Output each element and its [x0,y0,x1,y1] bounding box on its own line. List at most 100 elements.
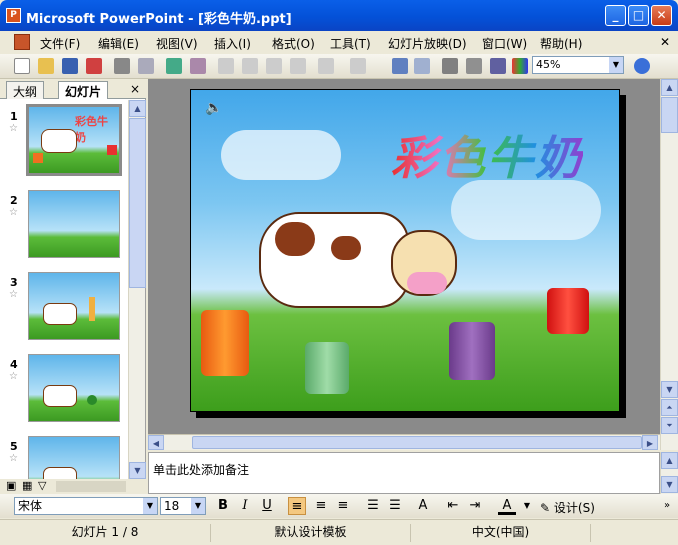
thumbnail-slide-3[interactable]: 3 ☆ [0,272,128,352]
scroll-up-icon[interactable]: ▲ [661,79,678,96]
bold-button[interactable]: B [214,497,232,515]
close-button[interactable]: ✕ [651,5,672,26]
toolbar-options-icon[interactable]: » [658,497,676,515]
increase-font-icon[interactable]: A [414,497,432,515]
tab-outline[interactable]: 大纲 [6,81,45,99]
align-left-button[interactable]: ≡ [288,497,306,515]
thumbnail-image[interactable] [28,190,120,258]
table-icon[interactable] [414,58,430,74]
menu-window[interactable]: 窗口(W) [482,35,527,52]
save-icon[interactable] [62,58,78,74]
minimize-button[interactable]: _ [605,5,626,26]
cup-image [33,153,43,163]
format-painter-icon[interactable] [290,58,306,74]
scroll-up-icon[interactable]: ▲ [661,452,678,469]
slide-horizontal-scrollbar[interactable]: ◀ ▶ [148,434,660,450]
thumbnail-image[interactable]: 彩色牛奶 [26,104,122,176]
open-icon[interactable] [38,58,54,74]
scroll-left-icon[interactable]: ◀ [148,435,164,450]
spelling-icon[interactable] [166,58,182,74]
paste-icon[interactable] [266,58,282,74]
menu-insert[interactable]: 插入(I) [214,35,251,52]
chevron-down-icon[interactable]: ▼ [609,57,623,73]
slide-sorter-icon[interactable]: ▦ [22,479,32,492]
help-icon[interactable] [634,58,650,74]
document-icon[interactable] [14,34,30,50]
color-grayscale-icon[interactable] [512,58,528,74]
next-slide-icon[interactable]: ⏷ [661,417,678,434]
slide-canvas[interactable]: 🔈 彩色牛奶 [190,89,620,412]
undo-icon[interactable] [318,58,334,74]
underline-button[interactable]: U [258,497,276,515]
scroll-thumb[interactable] [192,436,642,449]
scroll-down-icon[interactable]: ▼ [661,476,678,493]
copy-icon[interactable] [242,58,258,74]
thumbnail-slide-5[interactable]: 5 ☆ [0,436,128,479]
research-icon[interactable] [190,58,206,74]
align-right-button[interactable]: ≡ [334,497,352,515]
slideshow-icon[interactable]: ▽ [38,479,46,492]
chevron-down-icon[interactable]: ▼ [143,498,157,514]
expand-all-icon[interactable] [442,58,458,74]
scroll-up-icon[interactable]: ▲ [129,100,146,117]
zoom-select[interactable]: 45% ▼ [532,56,624,74]
font-value: 宋体 [18,499,43,513]
font-color-button[interactable]: A [498,497,516,515]
menu-format[interactable]: 格式(O) [272,35,315,52]
menu-file[interactable]: 文件(F) [40,35,80,52]
italic-button[interactable]: I [236,497,254,515]
show-formatting-icon[interactable] [466,58,482,74]
print-preview-icon[interactable] [138,58,154,74]
scroll-down-icon[interactable]: ▼ [129,462,146,479]
notes-scrollbar[interactable]: ▲ ▼ [660,452,678,494]
menu-view[interactable]: 视图(V) [156,35,198,52]
grid-icon[interactable] [490,58,506,74]
thumbnail-image[interactable] [28,354,120,422]
menu-edit[interactable]: 编辑(E) [98,35,139,52]
maximize-button[interactable]: □ [628,5,649,26]
thumbnail-slide-2[interactable]: 2 ☆ [0,190,128,270]
pane-hscroll[interactable] [56,481,126,492]
bullets-icon[interactable]: ☰ [386,497,404,515]
previous-slide-icon[interactable]: ⏶ [661,399,678,416]
decrease-indent-icon[interactable]: ⇤ [444,497,462,515]
thumbnail-image[interactable] [28,272,120,340]
thumbnail-scrollbar[interactable]: ▲ ▼ [128,100,146,479]
chevron-down-icon[interactable]: ▼ [518,497,536,515]
close-pane-icon[interactable]: × [130,82,140,96]
slide-number: 1 [10,110,18,123]
menu-close-icon[interactable]: ✕ [660,35,670,49]
notes-pane[interactable]: 单击此处添加备注 [148,452,660,494]
increase-indent-icon[interactable]: ⇥ [466,497,484,515]
speaker-icon[interactable]: 🔈 [205,100,222,116]
new-icon[interactable] [14,58,30,74]
slide-title[interactable]: 彩色牛奶 [391,122,583,188]
normal-view-icon[interactable]: ▣ [6,479,16,492]
numbering-icon[interactable]: ☰ [364,497,382,515]
permission-icon[interactable] [86,58,102,74]
powerpoint-icon[interactable]: P [6,8,21,23]
font-select[interactable]: 宋体 ▼ [14,497,158,515]
chevron-down-icon[interactable]: ▼ [191,498,205,514]
scroll-thumb[interactable] [661,97,678,133]
menu-slideshow[interactable]: 幻灯片放映(D) [388,35,467,52]
align-center-button[interactable]: ≡ [312,497,330,515]
thumbnail-image[interactable] [28,436,120,479]
scroll-thumb[interactable] [129,118,146,288]
print-icon[interactable] [114,58,130,74]
cut-icon[interactable] [218,58,234,74]
redo-icon[interactable] [350,58,366,74]
purple-milk-cup [449,322,495,380]
view-buttons: ▣ ▦ ▽ [0,479,146,494]
thumbnail-slide-4[interactable]: 4 ☆ [0,354,128,434]
slide-vertical-scrollbar[interactable]: ▲ ▼ ⏶ ⏷ [660,79,678,450]
scroll-down-icon[interactable]: ▼ [661,381,678,398]
font-size-select[interactable]: 18 ▼ [160,497,206,515]
menu-tools[interactable]: 工具(T) [330,35,371,52]
design-button[interactable]: ✎ 设计(S) [540,499,595,516]
scroll-right-icon[interactable]: ▶ [642,435,658,450]
thumbnail-slide-1[interactable]: 1 ☆ 彩色牛奶 [0,104,128,186]
menu-help[interactable]: 帮助(H) [540,35,582,52]
tab-slides[interactable]: 幻灯片 [58,81,109,99]
chart-icon[interactable] [392,58,408,74]
